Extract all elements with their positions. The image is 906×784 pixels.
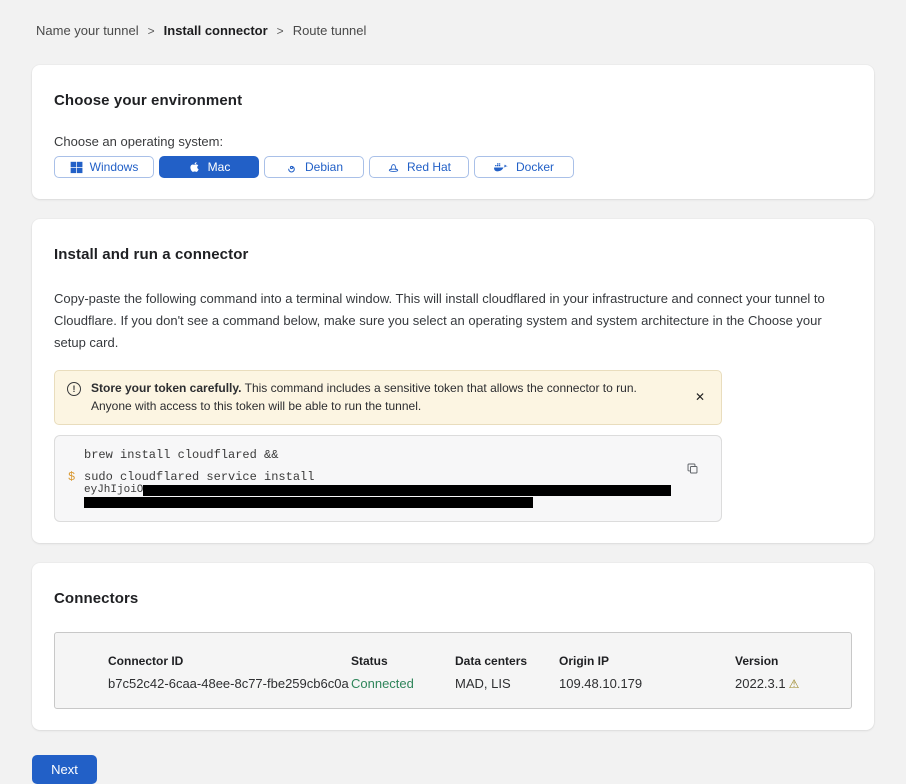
connectors-table: Connector ID Status Data centers Origin … <box>54 632 852 709</box>
cell-data-centers: MAD, LIS <box>455 676 559 691</box>
next-button[interactable]: Next <box>32 755 97 784</box>
debian-icon <box>285 161 298 174</box>
connectors-card: Connectors Connector ID Status Data cent… <box>32 563 874 730</box>
breadcrumb-step-route-tunnel[interactable]: Route tunnel <box>293 23 367 38</box>
code-line-brew: brew install cloudflared && <box>84 448 681 463</box>
version-value: 2022.3.1 <box>735 676 786 691</box>
column-header-version: Version <box>735 654 841 668</box>
breadcrumb-step-name-your-tunnel[interactable]: Name your tunnel <box>36 23 139 38</box>
redacted-token-bar <box>84 497 533 508</box>
column-header-status: Status <box>351 654 455 668</box>
cell-version: 2022.3.1⚠ <box>735 676 841 691</box>
breadcrumb-separator: > <box>148 24 155 38</box>
install-card: Install and run a connector Copy-paste t… <box>32 219 874 543</box>
apple-icon <box>188 160 201 174</box>
token-warning-bold: Store your token carefully. <box>91 381 242 395</box>
breadcrumb-separator: > <box>277 24 284 38</box>
redhat-icon <box>387 161 400 174</box>
os-button-label: Windows <box>90 160 139 174</box>
token-warning-banner: ! Store your token carefully. This comma… <box>54 370 722 425</box>
os-select-label: Choose an operating system: <box>54 134 852 149</box>
install-description: Copy-paste the following command into a … <box>54 288 852 354</box>
os-button-windows[interactable]: Windows <box>54 156 154 178</box>
code-line-sudo: sudo cloudflared service install <box>84 470 681 485</box>
copy-icon[interactable] <box>686 462 699 478</box>
redacted-token-bar <box>143 485 671 496</box>
breadcrumb-step-install-connector[interactable]: Install connector <box>164 23 268 38</box>
os-button-label: Red Hat <box>407 160 451 174</box>
shell-prompt: $ <box>68 470 75 485</box>
version-warning-icon: ⚠ <box>789 677 800 691</box>
os-button-mac[interactable]: Mac <box>159 156 259 178</box>
os-button-group: Windows Mac Debian Red Hat <box>54 156 852 178</box>
alert-circle-icon: ! <box>67 382 81 396</box>
os-button-label: Docker <box>516 160 554 174</box>
install-command-codeblock: brew install cloudflared && $ sudo cloud… <box>54 435 722 522</box>
connectors-card-title: Connectors <box>54 590 852 607</box>
column-header-connector-id: Connector ID <box>108 654 351 668</box>
environment-card-title: Choose your environment <box>54 92 852 109</box>
os-button-redhat[interactable]: Red Hat <box>369 156 469 178</box>
column-header-data-centers: Data centers <box>455 654 559 668</box>
cell-connector-id: b7c52c42-6caa-48ee-8c77-fbe259cb6c0a <box>108 676 351 691</box>
token-line-2 <box>84 497 681 509</box>
docker-icon <box>494 162 509 173</box>
page: Name your tunnel > Install connector > R… <box>0 0 906 784</box>
environment-card: Choose your environment Choose an operat… <box>32 65 874 199</box>
token-line-1: eyJhIjoiO <box>84 485 681 497</box>
install-card-title: Install and run a connector <box>54 246 852 263</box>
token-prefix: eyJhIjoiO <box>84 484 143 496</box>
os-button-debian[interactable]: Debian <box>264 156 364 178</box>
token-warning-text: Store your token carefully. This command… <box>91 379 681 415</box>
os-button-label: Debian <box>305 160 343 174</box>
cell-origin-ip: 109.48.10.179 <box>559 676 735 691</box>
windows-icon <box>70 161 83 174</box>
breadcrumb: Name your tunnel > Install connector > R… <box>32 0 874 38</box>
close-icon[interactable]: ✕ <box>691 388 709 406</box>
os-button-label: Mac <box>208 160 231 174</box>
status-badge: Connected <box>351 676 455 691</box>
column-header-origin-ip: Origin IP <box>559 654 735 668</box>
os-button-docker[interactable]: Docker <box>474 156 574 178</box>
